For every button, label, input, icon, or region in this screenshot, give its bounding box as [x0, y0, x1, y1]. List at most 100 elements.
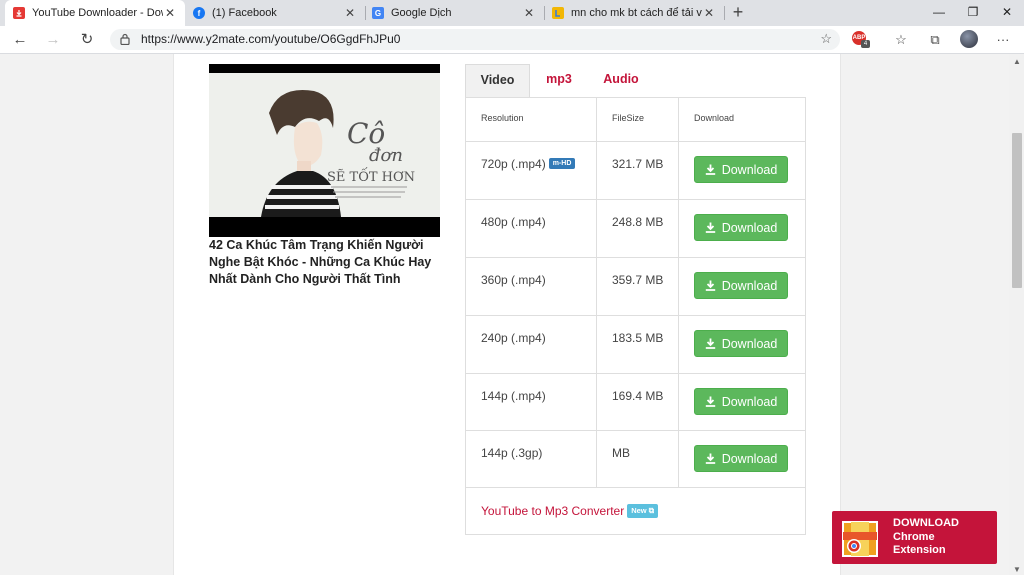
filesize-cell: 169.4 MB [612, 389, 664, 403]
table-row: 240p (.mp4) 183.5 MB Download [466, 315, 805, 374]
resolution-text: 720p (.mp4) [481, 157, 546, 171]
video-title: 42 Ca Khúc Tâm Trạng Khiến Người Nghe Bậ… [209, 238, 432, 286]
download-icon [705, 164, 715, 175]
download-icon [705, 396, 715, 407]
tab-title: (1) Facebook [212, 7, 277, 19]
table-row: 360p (.mp4) 359.7 MB Download [466, 257, 805, 316]
download-button-144p-3gp[interactable]: Download [694, 445, 788, 472]
close-window-icon[interactable]: ✕ [990, 0, 1024, 26]
resolution-cell: 480p (.mp4) [481, 215, 546, 229]
download-button-480p-mp4[interactable]: Download [694, 214, 788, 241]
filesize-cell: MB [612, 446, 630, 460]
table-row: 144p (.3gp) MB Download [466, 430, 805, 488]
chrome-extension-icon [842, 521, 878, 557]
close-tab-icon[interactable]: ✕ [343, 6, 357, 20]
table-row: 720p (.mp4) m-HD 321.7 MB Download [466, 141, 805, 200]
tab-actions-icon[interactable]: ⧉ [925, 30, 945, 50]
resolution-cell: 360p (.mp4) [481, 273, 546, 287]
resolution-cell: 144p (.mp4) [481, 389, 546, 403]
adblock-count-badge: 4 [861, 40, 870, 48]
favorite-star-icon[interactable]: ☆ [820, 31, 832, 47]
tab-separator [724, 6, 725, 20]
download-button-240p-mp4[interactable]: Download [694, 330, 788, 357]
chrome-extension-banner[interactable]: DOWNLOAD Chrome Extension [832, 511, 997, 564]
download-label: Download [721, 336, 778, 351]
reload-icon[interactable]: ↻ [77, 30, 97, 50]
tab-title: mn cho mk bt cách để tải video [571, 7, 702, 19]
back-icon[interactable]: ← [10, 30, 30, 50]
profile-avatar[interactable] [960, 30, 978, 48]
tab-video[interactable]: Video [465, 64, 530, 97]
download-label: Download [721, 278, 778, 293]
hoidap-favicon-icon [552, 7, 564, 19]
address-bar[interactable]: https://www.y2mate.com/youtube/O6GgdFhJP… [110, 29, 840, 50]
close-tab-icon[interactable]: ✕ [702, 6, 716, 20]
resolution-cell: 720p (.mp4) m-HD [481, 157, 576, 171]
table-header-row: Resolution FileSize Download [466, 98, 805, 142]
download-label: Download [721, 394, 778, 409]
close-tab-icon[interactable]: ✕ [163, 6, 177, 20]
new-tab-icon[interactable]: + [729, 3, 747, 21]
download-label: Download [721, 162, 778, 177]
resolution-cell: 240p (.mp4) [481, 331, 546, 345]
restore-icon[interactable]: ❐ [956, 0, 990, 26]
download-button-360p-mp4[interactable]: Download [694, 272, 788, 299]
scroll-down-arrow-icon[interactable]: ▼ [1013, 565, 1021, 574]
header-resolution: Resolution [481, 113, 524, 123]
converter-link-text[interactable]: YouTube to Mp3 Converter [481, 504, 624, 518]
hd-badge: m-HD [548, 158, 576, 170]
download-icon [705, 453, 715, 464]
table-row: 480p (.mp4) 248.8 MB Download [466, 199, 805, 258]
thumbnail-text-3: SẼ TỐT HƠN [327, 167, 415, 185]
tab-strip: YouTube Downloader - Downloa ✕ f (1) Fac… [0, 0, 1024, 26]
download-icon [705, 280, 715, 291]
video-thumbnail: Cô đơn SẼ TỐT HƠN [209, 64, 440, 237]
filesize-cell: 359.7 MB [612, 273, 664, 287]
table-row: 144p (.mp4) 169.4 MB Download [466, 373, 805, 431]
banner-line-1: DOWNLOAD [893, 517, 959, 529]
browser-tab-youtube-downloader[interactable]: YouTube Downloader - Downloa ✕ [5, 0, 185, 26]
tab-audio[interactable]: Audio [595, 64, 647, 97]
new-badge: New ⧉ [627, 503, 659, 518]
filesize-cell: 183.5 MB [612, 331, 664, 345]
download-label: Download [721, 220, 778, 235]
resolution-cell: 144p (.3gp) [481, 446, 543, 460]
collections-icon[interactable]: ☆ [891, 30, 911, 50]
download-icon [705, 338, 715, 349]
filesize-cell: 321.7 MB [612, 157, 664, 171]
download-table: Resolution FileSize Download 720p (.mp4)… [465, 97, 806, 535]
browser-tab-google-translate[interactable]: G Google Dịch ✕ [364, 0, 544, 26]
y2mate-favicon-icon [13, 7, 25, 19]
mp3-converter-link[interactable]: YouTube to Mp3 Converter New ⧉ [481, 503, 659, 519]
extension-banner-text: DOWNLOAD Chrome Extension [893, 517, 959, 558]
header-filesize: FileSize [612, 113, 645, 123]
browser-toolbar: ← → ↻ https://www.y2mate.com/youtube/O6G… [0, 26, 1024, 54]
lock-icon [120, 33, 130, 45]
external-link-icon: ⧉ [648, 505, 655, 515]
download-button-144p-mp4[interactable]: Download [694, 388, 788, 415]
header-download: Download [694, 113, 735, 123]
new-badge-text: New [631, 505, 647, 515]
banner-line-3: Extension [893, 544, 946, 556]
thumbnail-image: Cô đơn SẼ TỐT HƠN [209, 73, 440, 217]
more-menu-icon[interactable]: ··· [993, 30, 1013, 50]
thumbnail-text-2: đơn [369, 145, 403, 166]
scrollbar-thumb[interactable] [1012, 133, 1022, 288]
minimize-icon[interactable]: — [922, 0, 956, 26]
url-text: https://www.y2mate.com/youtube/O6GgdFhJP… [141, 32, 401, 46]
download-icon [705, 222, 715, 233]
filesize-cell: 248.8 MB [612, 215, 664, 229]
close-tab-icon[interactable]: ✕ [522, 6, 536, 20]
forward-icon[interactable]: → [43, 30, 63, 50]
facebook-favicon-icon: f [193, 7, 205, 19]
browser-tab-question[interactable]: mn cho mk bt cách để tải video ✕ [544, 0, 724, 26]
tab-mp3[interactable]: mp3 [535, 64, 583, 97]
banner-line-2: Chrome [893, 530, 935, 543]
download-button-720p-mp4[interactable]: Download [694, 156, 788, 183]
tab-title: YouTube Downloader - Downloa [32, 7, 163, 19]
google-translate-favicon-icon: G [372, 7, 384, 19]
scroll-up-arrow-icon[interactable]: ▲ [1013, 57, 1021, 66]
tab-title: Google Dịch [391, 7, 452, 19]
download-label: Download [721, 451, 778, 466]
browser-tab-facebook[interactable]: f (1) Facebook ✕ [185, 0, 365, 26]
